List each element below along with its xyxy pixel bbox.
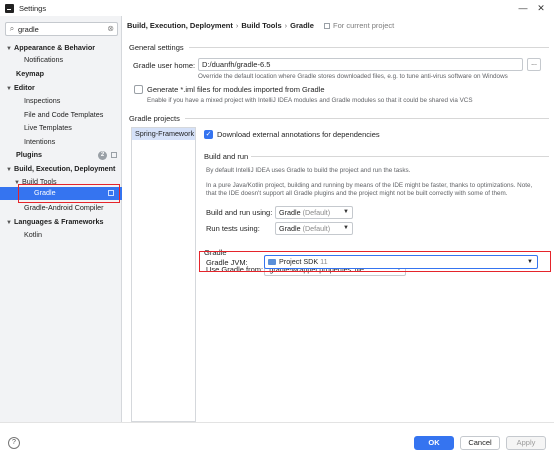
minimize-button[interactable]: — <box>514 0 532 16</box>
general-settings-title: General settings <box>129 43 184 52</box>
run-tests-using-label: Run tests using: <box>206 224 260 233</box>
sidebar-item-intentions[interactable]: Intentions <box>24 136 55 148</box>
help-button[interactable]: ? <box>8 437 20 449</box>
sidebar-item-inspections[interactable]: Inspections <box>24 95 60 107</box>
chevron-down-icon[interactable]: ▼ <box>6 217 14 229</box>
app-icon <box>5 3 14 13</box>
sidebar-item-languages[interactable]: ▼ Languages & Frameworks <box>6 216 103 228</box>
generate-iml-hint: Enable if you have a mixed project with … <box>147 97 473 104</box>
settings-sidebar: ⌕ ⊗ ▼Appearance & Behavior Notifications… <box>0 16 122 422</box>
list-item[interactable]: Spring-Framework <box>132 128 195 140</box>
search-box[interactable]: ⌕ ⊗ <box>5 22 118 36</box>
chevron-down-icon: ▼ <box>343 209 349 215</box>
divider <box>185 118 549 119</box>
divider <box>189 47 549 48</box>
search-input[interactable] <box>18 24 98 34</box>
close-button[interactable]: ✕ <box>532 0 550 16</box>
sidebar-item-notifications[interactable]: Notifications <box>24 54 63 66</box>
sidebar-item-plugins[interactable]: Plugins 2 <box>16 149 117 161</box>
plugins-count-badge: 2 <box>98 150 107 160</box>
build-run-note-2: that the IDE doesn't support all Gradle … <box>206 190 508 197</box>
gradle-user-home-label: Gradle user home: <box>133 61 196 70</box>
generate-iml-label: Generate *.iml files for modules importe… <box>147 85 325 94</box>
sidebar-item-file-templates[interactable]: File and Code Templates <box>24 109 103 121</box>
gradle-projects-title: Gradle projects <box>129 114 180 123</box>
chevron-down-icon[interactable]: ▼ <box>6 83 14 95</box>
apply-button[interactable]: Apply <box>506 436 546 450</box>
highlight-annotation-box <box>18 184 120 203</box>
build-and-run-using-label: Build and run using: <box>206 208 273 217</box>
project-scope-icon <box>111 152 117 159</box>
build-run-note: In a pure Java/Kotlin project, building … <box>206 182 533 189</box>
browse-button[interactable]: ... <box>527 58 541 71</box>
gradle-user-home-field[interactable]: D:/duanfh/gradle-6.5 <box>198 58 523 71</box>
window-title: Settings <box>19 3 47 13</box>
sidebar-item-build-execution[interactable]: ▼ Build, Execution, Deployment <box>6 163 115 175</box>
search-icon: ⌕ <box>9 24 15 33</box>
sidebar-item-appearance[interactable]: ▼ Appearance & Behavior <box>6 42 95 54</box>
gradle-projects-list[interactable]: Spring-Framework <box>131 127 196 422</box>
build-run-hint: By default IntelliJ IDEA uses Gradle to … <box>206 167 411 174</box>
clear-search-icon[interactable]: ⊗ <box>107 24 114 33</box>
divider <box>251 156 549 157</box>
sidebar-item-editor[interactable]: ▼ Editor <box>6 82 35 94</box>
sidebar-item-live-templates[interactable]: Live Templates <box>24 122 72 134</box>
breadcrumb: Build, Execution, Deployment › Build Tools… <box>127 21 395 30</box>
chevron-down-icon[interactable]: ▼ <box>6 164 14 176</box>
run-tests-dropdown[interactable]: Gradle (Default) ▼ <box>275 222 353 235</box>
highlight-annotation-box <box>199 251 551 272</box>
gradle-user-home-hint: Override the default location where Grad… <box>198 73 508 80</box>
sidebar-item-gradle-android-compiler[interactable]: Gradle-Android Compiler <box>24 202 104 214</box>
cancel-button[interactable]: Cancel <box>460 436 500 450</box>
download-annotations-checkbox[interactable]: ✓ <box>204 130 213 139</box>
project-scope-icon <box>324 23 330 30</box>
build-and-run-title: Build and run <box>204 152 249 161</box>
ok-button[interactable]: OK <box>414 436 454 450</box>
chevron-down-icon[interactable]: ▼ <box>6 43 14 55</box>
sidebar-item-keymap[interactable]: Keymap <box>16 68 44 80</box>
chevron-down-icon: ▼ <box>343 225 349 231</box>
dialog-footer: ? OK Cancel Apply <box>0 422 554 460</box>
settings-content: Build, Execution, Deployment › Build Tools… <box>123 16 554 422</box>
sidebar-item-kotlin[interactable]: Kotlin <box>24 229 42 241</box>
generate-iml-checkbox[interactable] <box>134 85 143 94</box>
build-and-run-dropdown[interactable]: Gradle (Default) ▼ <box>275 206 353 219</box>
download-annotations-label: Download external annotations for depend… <box>217 130 380 139</box>
title-bar: Settings — ✕ <box>0 0 554 16</box>
